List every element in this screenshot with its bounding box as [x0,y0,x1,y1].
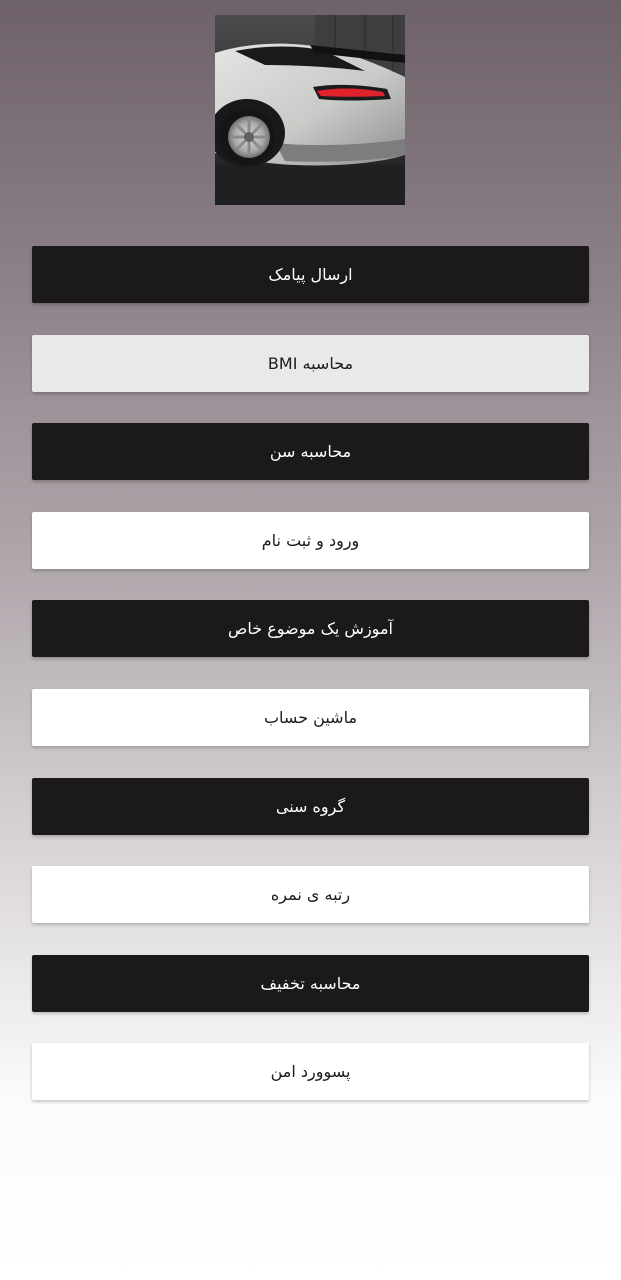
send-sms-button[interactable]: ارسال پیامک [32,246,589,303]
secure-password-button[interactable]: پسوورد امن [32,1043,589,1101]
header-car-image [215,15,405,205]
app-screen: ارسال پیامک محاسبه BMI محاسبه سن ورود و … [0,0,621,1280]
grade-rank-button[interactable]: رتبه ی نمره [32,866,589,924]
bmi-calculator-button[interactable]: محاسبه BMI [32,334,589,392]
age-group-button[interactable]: گروه سنی [32,777,589,835]
age-calculator-button[interactable]: محاسبه سن [32,423,589,481]
discount-calculator-button[interactable]: محاسبه تخفیف [32,954,589,1012]
main-menu: ارسال پیامک محاسبه BMI محاسبه سن ورود و … [32,246,589,1132]
car-rear-photo-icon [215,15,405,205]
login-register-button[interactable]: ورود و ثبت نام [32,511,589,569]
topic-tutorial-button[interactable]: آموزش یک موضوع خاص [32,600,589,658]
calculator-button[interactable]: ماشین حساب [32,688,589,746]
